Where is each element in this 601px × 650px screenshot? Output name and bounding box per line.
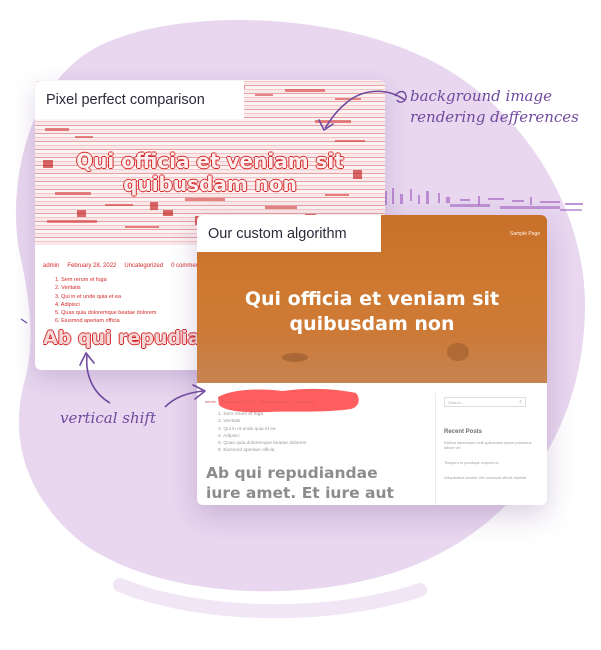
list-item: 1. Sem rerum et fuga	[55, 277, 107, 283]
recent-post-link[interactable]: Tempora et proelique corporis id	[444, 461, 534, 466]
annotation-line: rendering defferences	[410, 108, 579, 126]
meta-comments: 0 comments	[292, 399, 315, 404]
list-item: 1. Sem rerum et fuga	[218, 412, 264, 417]
list-item: 3. Qui in et unde quia et ea	[218, 426, 276, 432]
list-item: 2. Veritatis	[55, 285, 81, 292]
annotation-line: background image	[410, 87, 552, 105]
meta-author: admin	[43, 263, 60, 269]
sample-page-link[interactable]: Sample Page	[510, 231, 540, 237]
list-item: 6. Eiusmod aperiam officia	[218, 448, 275, 454]
recent-post-link[interactable]: Railora laboriosam velit quibusdam ipsum…	[444, 441, 534, 452]
meta-category: Uncategorized	[260, 399, 287, 404]
annotation-background-diff: background image rendering defferences	[410, 86, 579, 128]
arrow-background-icon	[318, 90, 407, 131]
list-item: 4. Adipisci	[218, 433, 240, 439]
list-item: 4. Adipisci	[55, 301, 80, 308]
pixel-hero-title: Qui officia et veniam sit quibusdam non	[76, 149, 344, 196]
algo-hero-title: Qui officia et veniam sit quibusdam non	[244, 288, 500, 335]
glitch-pixels	[385, 188, 583, 211]
meta-category: Uncategorized	[124, 263, 164, 269]
algo-ordered-list: 1. Sem rerum et fuga 2. Veritatis 3. Qui…	[218, 411, 307, 455]
hero-bokeh	[447, 343, 469, 361]
algo-post-meta: admin February 28, 2022 Uncategorized 0 …	[205, 399, 314, 404]
hero-shade	[197, 335, 547, 383]
list-item: 3. Qui in et unde quia et ea	[55, 293, 122, 300]
search-input[interactable]: Search... ⌕	[444, 397, 526, 407]
list-item: 5. Quas quia doloremque beatae dolorem	[218, 441, 307, 447]
list-item: 2. Veritatis	[218, 419, 241, 425]
meta-date: February 28, 2022	[67, 263, 117, 269]
search-placeholder: Search...	[448, 400, 465, 405]
search-icon[interactable]: ⌕	[519, 399, 522, 405]
pixel-card-label: Pixel perfect comparison	[35, 81, 244, 119]
algo-post-heading: Ab qui repudiandae iure amet. Et iure au…	[206, 464, 394, 502]
algo-card-label: Our custom algorithm	[197, 215, 381, 252]
hero-bokeh	[282, 353, 308, 362]
custom-algorithm-card: Sample Page Qui officia et veniam sit qu…	[197, 215, 547, 505]
recent-post-link[interactable]: Voluptatibus tenetur nihi commodi offici…	[444, 476, 534, 481]
meta-date: February 28, 2022	[221, 399, 255, 404]
sidebar: Search... ⌕ Recent Posts Railora laborio…	[435, 393, 539, 505]
arrow-vertical-shift-icon	[20, 318, 206, 408]
recent-posts-title: Recent Posts	[444, 429, 483, 435]
